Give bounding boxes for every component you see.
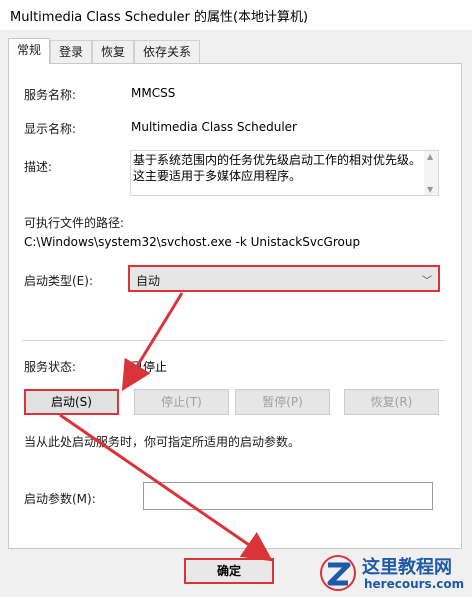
service-status-label: 服务状态: (24, 360, 77, 374)
exe-path-value: C:\Windows\system32\svchost.exe -k Unist… (24, 235, 361, 249)
service-name-value: MMCSS (131, 86, 176, 100)
tab-strip: 常规 登录 恢复 依存关系 (8, 38, 201, 64)
pause-button[interactable]: 暂停(P) (235, 389, 330, 415)
stop-button[interactable]: 停止(T) (134, 389, 229, 415)
startup-type-label: 启动类型(E): (24, 274, 93, 288)
display-name-value: Multimedia Class Scheduler (131, 120, 297, 134)
watermark-logo: 这里教程网 herecours.com (318, 551, 468, 595)
watermark-brand: 这里教程网 (362, 557, 452, 578)
startup-params-label: 启动参数(M): (24, 492, 96, 506)
startup-type-select[interactable]: 自动 ﹀ (128, 265, 440, 292)
tab-recovery[interactable]: 恢复 (92, 40, 135, 63)
startup-params-input[interactable] (143, 482, 433, 510)
service-name-label: 服务名称: (24, 88, 77, 102)
startup-params-hint: 当从此处启动服务时，你可指定所适用的启动参数。 (24, 435, 301, 449)
scroll-down-icon[interactable]: ▼ (427, 185, 433, 194)
window-title: Multimedia Class Scheduler 的属性(本地计算机) (10, 9, 309, 25)
logo-icon (320, 555, 356, 591)
divider (22, 340, 446, 341)
description-text: 基于系统范围内的任务优先级启动工作的相对优先级。这主要适用于多媒体应用程序。 (133, 153, 422, 183)
tab-logon[interactable]: 登录 (50, 40, 93, 63)
ok-button[interactable]: 确定 (184, 558, 274, 584)
scroll-up-icon[interactable]: ▲ (427, 152, 433, 161)
watermark-site: herecours.com (364, 577, 465, 591)
tab-dependencies[interactable]: 依存关系 (134, 40, 201, 63)
startup-type-value: 自动 (136, 274, 161, 288)
tab-general[interactable]: 常规 (8, 38, 51, 64)
description-box[interactable]: 基于系统范围内的任务优先级启动工作的相对优先级。这主要适用于多媒体应用程序。 ▲… (130, 150, 439, 196)
description-scrollbar[interactable]: ▲ ▼ (424, 151, 438, 195)
resume-button[interactable]: 恢复(R) (344, 389, 439, 415)
exe-path-label: 可执行文件的路径: (24, 216, 125, 230)
title-bar: Multimedia Class Scheduler 的属性(本地计算机) (0, 0, 472, 30)
chevron-down-icon: ﹀ (422, 276, 432, 287)
service-status-value: 已停止 (131, 360, 168, 374)
description-label: 描述: (24, 160, 53, 174)
display-name-label: 显示名称: (24, 122, 77, 136)
start-button[interactable]: 启动(S) (24, 389, 119, 415)
general-panel: 服务名称: MMCSS 显示名称: Multimedia Class Sched… (8, 63, 462, 549)
